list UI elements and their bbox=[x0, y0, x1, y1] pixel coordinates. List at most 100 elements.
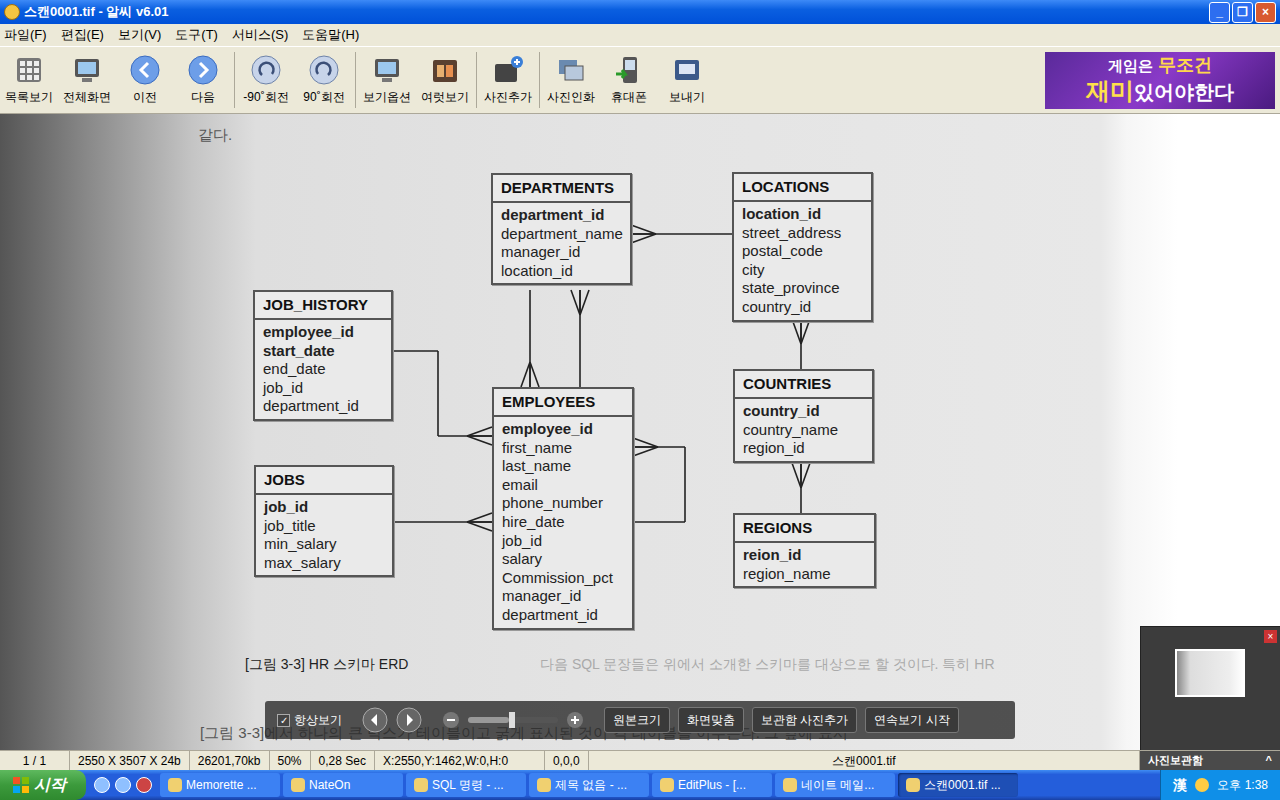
app: 스캔0001.tif - 알씨 v6.01_❐×파일(F)편집(E)보기(V)도… bbox=[0, 0, 1280, 800]
taskbar-task[interactable]: SQL 명령 - ... bbox=[406, 773, 526, 797]
prev-icon[interactable] bbox=[362, 707, 388, 733]
app-icon bbox=[4, 4, 20, 20]
erd-field: job_title bbox=[264, 517, 384, 536]
window-title: 스캔0001.tif - 알씨 v6.01 bbox=[24, 2, 169, 22]
erd-table: DEPARTMENTSdepartment_iddepartment_namem… bbox=[491, 173, 632, 285]
taskbar-task[interactable]: 스캔0001.tif ... bbox=[898, 773, 1018, 797]
zoom-in-icon[interactable] bbox=[566, 711, 584, 729]
viewer-button[interactable]: 원본크기 bbox=[604, 707, 670, 733]
image-canvas[interactable]: 같다.DEPARTMENTSdepartment_iddepartment_na… bbox=[0, 114, 1280, 750]
menu-item[interactable]: 보기(V) bbox=[118, 25, 161, 45]
screen-icon bbox=[71, 54, 103, 86]
menu-item[interactable]: 파일(F) bbox=[4, 25, 47, 45]
toolbar-separator bbox=[355, 52, 356, 108]
taskbar-task[interactable]: EditPlus - [... bbox=[652, 773, 772, 797]
menu-item[interactable]: 편집(E) bbox=[61, 25, 104, 45]
toolbar-button[interactable]: 보기옵션 bbox=[358, 48, 416, 112]
page-text: 같다. bbox=[198, 124, 232, 147]
status-cell: 0,28 Sec bbox=[311, 751, 375, 770]
toolbar: 목록보기전체화면이전다음-90˚회전90˚회전보기옵션여럿보기사진추가사진인화휴… bbox=[0, 46, 1280, 114]
erd-field: department_name bbox=[501, 225, 622, 244]
erd-field: department_id bbox=[263, 397, 383, 416]
toolbar-separator bbox=[234, 52, 235, 108]
page-text: 다음 SQL 문장들은 위에서 소개한 스키마를 대상으로 할 것이다. 특히 … bbox=[540, 654, 995, 675]
erd-field: postal_code bbox=[742, 242, 863, 261]
erd-field: city bbox=[742, 261, 863, 280]
erd-field: state_province bbox=[742, 279, 863, 298]
erd-field: phone_number bbox=[502, 494, 624, 513]
toolbar-button[interactable]: 휴대폰 bbox=[600, 48, 658, 112]
erd-table-header: DEPARTMENTS bbox=[493, 175, 630, 203]
taskbar-task[interactable]: 제목 없음 - ... bbox=[529, 773, 649, 797]
figure-caption: [그림 3-3] HR 스키마 ERD bbox=[245, 654, 408, 675]
toolbar-button[interactable]: 이전 bbox=[116, 48, 174, 112]
toolbar-button[interactable]: 목록보기 bbox=[0, 48, 58, 112]
viewer-button[interactable]: 보관함 사진추가 bbox=[752, 707, 857, 733]
erd-field: country_id bbox=[743, 402, 864, 421]
erd-table: COUNTRIEScountry_idcountry_nameregion_id bbox=[733, 369, 874, 463]
erd-table-header: REGIONS bbox=[735, 515, 874, 543]
erd-table: REGIONSreion_idregion_name bbox=[733, 513, 876, 588]
erd-table: EMPLOYEESemployee_idfirst_namelast_namee… bbox=[492, 387, 634, 630]
toolbar-button[interactable]: 전체화면 bbox=[58, 48, 116, 112]
zoom-slider[interactable] bbox=[468, 717, 558, 723]
viewer-button[interactable]: 화면맞춤 bbox=[678, 707, 744, 733]
system-tray: 漢 오후 1:38 bbox=[1160, 770, 1280, 800]
toolbar-button[interactable]: 사진인화 bbox=[542, 48, 600, 112]
thumbnail[interactable] bbox=[1175, 649, 1245, 697]
erd-table-header: JOB_HISTORY bbox=[255, 292, 391, 320]
quick-launch-icon[interactable] bbox=[136, 777, 152, 793]
start-button[interactable]: 시작 bbox=[0, 770, 86, 800]
tray-panel-title[interactable]: 사진보관함^ bbox=[1140, 751, 1280, 770]
rotate-icon bbox=[250, 54, 282, 86]
toolbar-button[interactable]: -90˚회전 bbox=[237, 48, 295, 112]
status-cell: 1 / 1 bbox=[0, 751, 70, 770]
send-icon bbox=[671, 54, 703, 86]
screen-icon bbox=[371, 54, 403, 86]
window-control[interactable]: ❐ bbox=[1232, 2, 1253, 23]
erd-table: JOB_HISTORYemployee_idstart_dateend_date… bbox=[253, 290, 393, 421]
viewer-button[interactable]: 연속보기 시작 bbox=[865, 707, 958, 733]
menu-item[interactable]: 도구(T) bbox=[175, 25, 218, 45]
prev-icon bbox=[129, 54, 161, 86]
taskbar-task[interactable]: NateOn bbox=[283, 773, 403, 797]
erd-table-header: COUNTRIES bbox=[735, 371, 872, 399]
erd-field: email bbox=[502, 476, 624, 495]
status-cell: 50% bbox=[270, 751, 311, 770]
erd-relations bbox=[0, 114, 1280, 750]
ime-indicator[interactable]: 漢 bbox=[1173, 775, 1187, 796]
erd-table: JOBSjob_idjob_titlemin_salarymax_salary bbox=[254, 465, 394, 577]
taskbar-task[interactable]: Memorette ... bbox=[160, 773, 280, 797]
erd-field: job_id bbox=[263, 379, 383, 398]
erd-field: reion_id bbox=[743, 546, 866, 565]
next-icon[interactable] bbox=[396, 707, 422, 733]
quick-launch-icon[interactable] bbox=[94, 777, 110, 793]
erd-field: hire_date bbox=[502, 513, 624, 532]
clock: 오후 1:38 bbox=[1217, 776, 1268, 794]
viewer-bar: ✓항상보기 원본크기 화면맞춤 보관함 사진추가 연속보기 시작 bbox=[265, 701, 1015, 739]
erd-field: job_id bbox=[502, 532, 624, 551]
toolbar-button[interactable]: 사진추가 bbox=[479, 48, 537, 112]
menu-item[interactable]: 도움말(H) bbox=[302, 25, 359, 45]
toolbar-button[interactable]: 다음 bbox=[174, 48, 232, 112]
zoom-out-icon[interactable] bbox=[442, 711, 460, 729]
taskbar-task[interactable]: 네이트 메일... bbox=[775, 773, 895, 797]
window-control[interactable]: × bbox=[1255, 2, 1276, 23]
film-icon bbox=[429, 54, 461, 86]
menu-item[interactable]: 서비스(S) bbox=[232, 25, 288, 45]
erd-table-header: LOCATIONS bbox=[734, 174, 871, 202]
thumbnail-panel: × bbox=[1140, 626, 1280, 750]
status-bar: 1 / 12550 X 3507 X 24b26201,70kb50%0,28 … bbox=[0, 750, 1280, 770]
erd-field: Commission_pct bbox=[502, 569, 624, 588]
toolbar-button[interactable]: 여럿보기 bbox=[416, 48, 474, 112]
close-button[interactable]: × bbox=[1264, 630, 1277, 643]
window-control[interactable]: _ bbox=[1209, 2, 1230, 23]
erd-field: country_id bbox=[742, 298, 863, 317]
erd-field: department_id bbox=[502, 606, 624, 625]
ad-banner[interactable]: 게임은 무조건재미있어야한다 bbox=[1045, 52, 1275, 109]
always-show-checkbox[interactable]: ✓항상보기 bbox=[277, 711, 342, 729]
toolbar-button[interactable]: 보내기 bbox=[658, 48, 716, 112]
toolbar-button[interactable]: 90˚회전 bbox=[295, 48, 353, 112]
quick-launch-icon[interactable] bbox=[115, 777, 131, 793]
status-cell: X:2550,Y:1462,W:0,H:0 bbox=[375, 751, 545, 770]
